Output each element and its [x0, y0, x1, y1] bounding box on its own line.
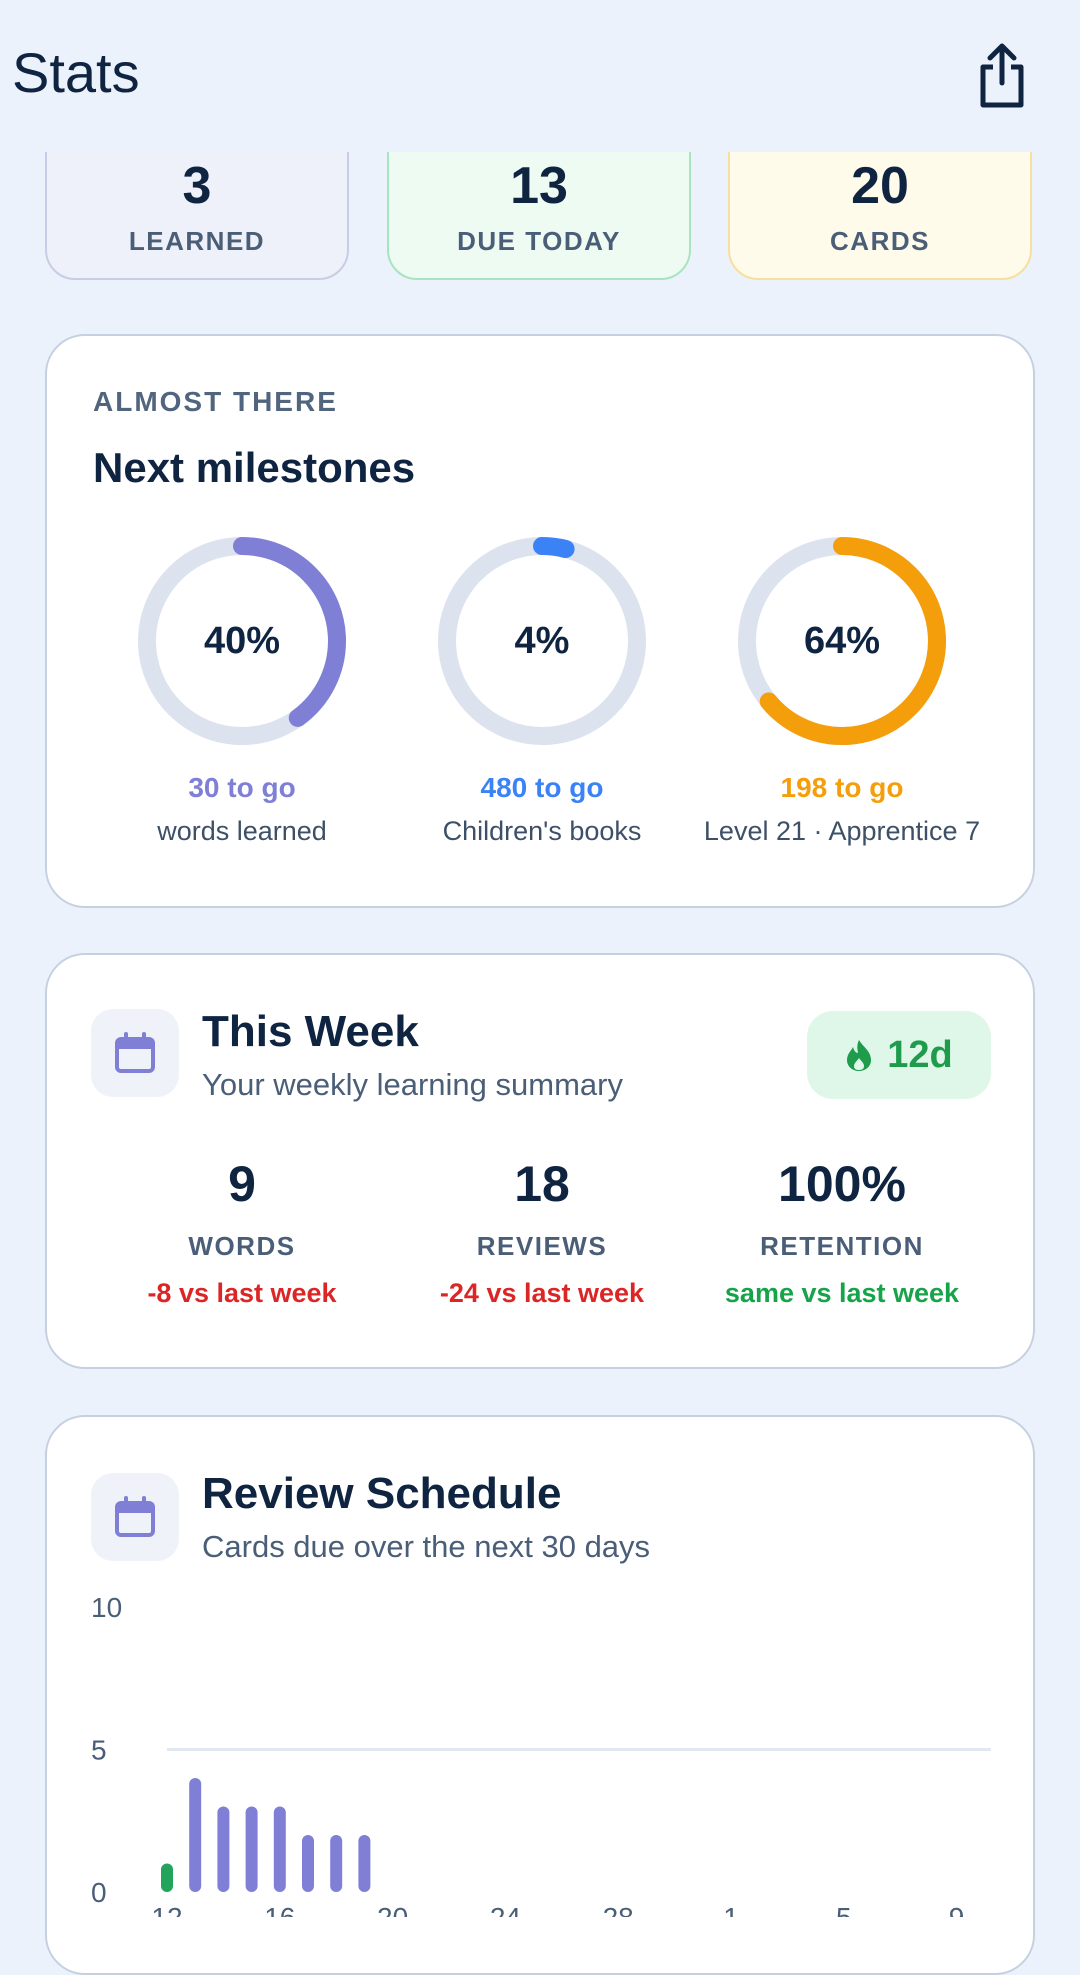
review-schedule-card: Review Schedule Cards due over the next … — [45, 1415, 1035, 1975]
x-tick-label: 24 — [490, 1902, 521, 1917]
x-tick-label: 5 — [836, 1902, 852, 1917]
week-stat-delta: -8 vs last week — [147, 1278, 337, 1308]
tile-value: 20 — [851, 157, 909, 215]
page-title: Stats — [12, 41, 140, 104]
milestones-eyebrow: ALMOST THERE — [93, 386, 338, 417]
week-stat-value: 9 — [228, 1156, 256, 1212]
x-tick-label: 1 — [723, 1902, 739, 1917]
tile-label: CARDS — [830, 226, 930, 256]
y-tick-label: 5 — [91, 1735, 107, 1766]
milestone-to-go: 30 to go — [188, 772, 296, 803]
y-tick-label: 10 — [91, 1592, 122, 1623]
week-stat-words: 9 WORDS -8 vs last week — [92, 1155, 392, 1309]
tile-label: DUE TODAY — [457, 226, 621, 256]
streak-value: 12d — [887, 1033, 953, 1076]
chart-bar[interactable] — [273, 1806, 286, 1893]
week-stat-value: 100% — [778, 1156, 906, 1212]
tile-cards[interactable]: 20 CARDS — [728, 152, 1032, 280]
this-week-card: This Week Your weekly learning summary 1… — [45, 953, 1035, 1369]
tile-value: 13 — [510, 157, 568, 215]
tile-label: LEARNED — [128, 226, 266, 256]
chart-bar[interactable] — [245, 1806, 258, 1893]
milestone-to-go: 198 to go — [780, 772, 904, 803]
week-stat-value: 18 — [514, 1156, 570, 1212]
week-stat-retention: 100% RETENTION same vs last week — [692, 1155, 992, 1309]
share-button[interactable] — [970, 40, 1034, 112]
x-tick-label: 16 — [264, 1902, 295, 1917]
milestone-percent: 4% — [514, 620, 570, 662]
x-tick-label: 20 — [377, 1902, 408, 1917]
week-stat-label: WORDS — [188, 1231, 296, 1261]
milestone-level: 64% 198 to go Level 21 · Apprentice 7 — [692, 536, 992, 847]
share-icon — [980, 43, 1024, 108]
week-stat-delta: -24 vs last week — [439, 1278, 645, 1308]
milestone-percent: 40% — [203, 620, 281, 662]
week-stat-reviews: 18 REVIEWS -24 vs last week — [392, 1155, 692, 1309]
calendar-icon — [115, 1032, 155, 1073]
milestone-subtitle: Children's books — [442, 816, 642, 846]
milestone-percent: 64% — [803, 620, 881, 662]
milestone-to-go: 480 to go — [480, 772, 604, 803]
week-stat-delta: same vs last week — [724, 1278, 960, 1308]
tile-learned[interactable]: 3 LEARNED — [45, 152, 349, 280]
chart-bar[interactable] — [161, 1863, 173, 1893]
week-stat-label: RETENTION — [760, 1231, 924, 1261]
week-subtitle: Your weekly learning summary — [202, 1067, 623, 1102]
milestones-title: Next milestones — [93, 444, 416, 491]
x-tick-label: 9 — [949, 1902, 965, 1917]
header: Stats — [0, 0, 1080, 152]
chart-bar[interactable] — [302, 1835, 314, 1892]
chart-bar[interactable] — [330, 1835, 343, 1892]
week-stat-label: REVIEWS — [476, 1231, 608, 1261]
x-tick-label: 28 — [603, 1902, 634, 1917]
chart-bar[interactable] — [358, 1835, 371, 1892]
milestone-words: 40% 30 to go words learned — [92, 536, 392, 847]
milestone-subtitle: words learned — [157, 816, 327, 846]
chart-bar[interactable] — [189, 1778, 202, 1892]
y-tick-label: 0 — [91, 1877, 107, 1908]
tile-due-today[interactable]: 13 DUE TODAY — [387, 152, 691, 280]
milestone-subtitle: Level 21 · Apprentice 7 — [703, 816, 981, 846]
milestones-card: ALMOST THERE Next milestones 40% 30 to g… — [45, 334, 1035, 908]
calendar-icon-box — [91, 1009, 179, 1097]
chart-bar[interactable] — [217, 1806, 230, 1893]
flame-icon — [847, 1040, 872, 1071]
streak-badge[interactable]: 12d — [807, 1011, 991, 1099]
tile-value: 3 — [182, 157, 212, 215]
summary-tiles: 3 LEARNED 13 DUE TODAY 20 CARDS — [0, 152, 1080, 292]
review-schedule-chart: 10 5 0 12 16 20 24 28 1 5 9 — [91, 1592, 991, 1917]
week-title: This Week — [202, 1007, 419, 1056]
x-tick-label: 12 — [151, 1902, 182, 1917]
milestone-books: 4% 480 to go Children's books — [392, 536, 692, 847]
